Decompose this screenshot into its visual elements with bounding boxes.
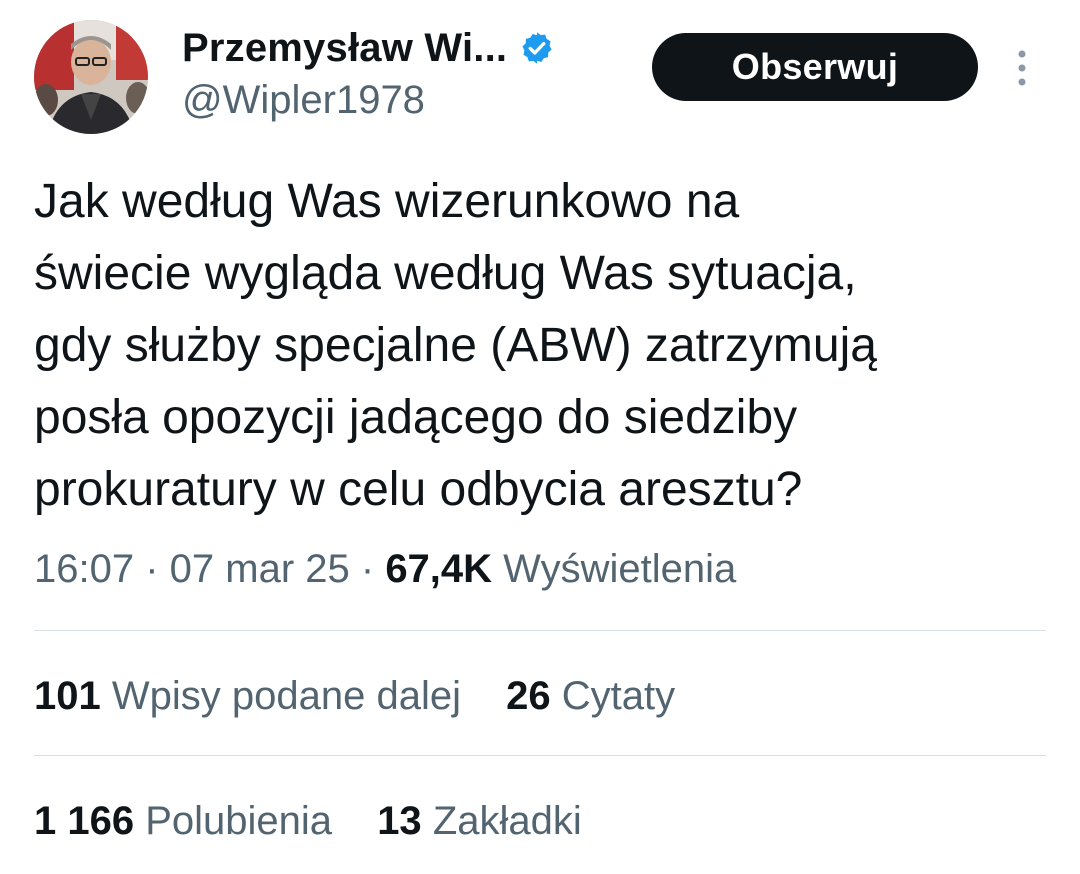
- tweet-text-line: świecie wygląda według Was sytuacja,: [34, 247, 857, 300]
- avatar-image: [34, 20, 148, 134]
- likes-stat[interactable]: 1 166 Polubienia: [34, 796, 332, 846]
- tweet-text-line: posła opozycji jadącego do siedziby: [34, 391, 798, 444]
- tweet-text-line: gdy służby specjalne (ABW) zatrzymują: [34, 319, 877, 372]
- bookmarks-count: 13: [377, 799, 422, 843]
- tweet-text: Jak według Was wizerunkowo na świecie wy…: [34, 166, 1046, 526]
- quotes-count: 26: [506, 674, 551, 718]
- divider: [34, 755, 1046, 756]
- divider: [34, 630, 1046, 631]
- stats-row-shares: 101 Wpisy podane dalej 26 Cytaty: [34, 671, 709, 721]
- tweet-header: Przemysław Wi... @Wipler1978 Obserwuj: [34, 20, 1046, 138]
- reposts-label: Wpisy podane dalej: [111, 674, 461, 718]
- views-count: 67,4K: [385, 547, 493, 591]
- more-vertical-icon[interactable]: [1010, 48, 1034, 88]
- quotes-label: Cytaty: [561, 674, 676, 718]
- author-handle[interactable]: @Wipler1978: [182, 78, 555, 123]
- reposts-count: 101: [34, 674, 101, 718]
- bookmarks-stat[interactable]: 13 Zakładki: [377, 796, 582, 846]
- verified-badge-icon: [519, 30, 555, 66]
- stats-row-likes: 1 166 Polubienia 13 Zakładki: [34, 796, 616, 846]
- quotes-stat[interactable]: 26 Cytaty: [506, 671, 675, 721]
- meta-separator: ·: [349, 547, 386, 591]
- meta-separator: ·: [134, 547, 170, 591]
- tweet-meta: 16:07 · 07 mar 25 · 67,4K Wyświetlenia: [34, 544, 736, 594]
- follow-button[interactable]: Obserwuj: [652, 33, 978, 101]
- bookmarks-label: Zakładki: [432, 799, 582, 843]
- views-label: Wyświetlenia: [492, 547, 737, 591]
- likes-count: 1 166: [34, 799, 135, 843]
- author-display-name[interactable]: Przemysław Wi...: [182, 26, 507, 71]
- author-info[interactable]: Przemysław Wi... @Wipler1978: [182, 24, 555, 123]
- tweet-text-line: prokuratury w celu odbycia aresztu?: [34, 463, 803, 516]
- reposts-stat[interactable]: 101 Wpisy podane dalej: [34, 671, 461, 721]
- avatar[interactable]: [34, 20, 148, 134]
- tweet-text-line: Jak według Was wizerunkowo na: [34, 175, 740, 228]
- tweet-time[interactable]: 16:07: [34, 547, 134, 591]
- likes-label: Polubienia: [145, 799, 333, 843]
- tweet-date[interactable]: 07 mar 25: [170, 547, 350, 591]
